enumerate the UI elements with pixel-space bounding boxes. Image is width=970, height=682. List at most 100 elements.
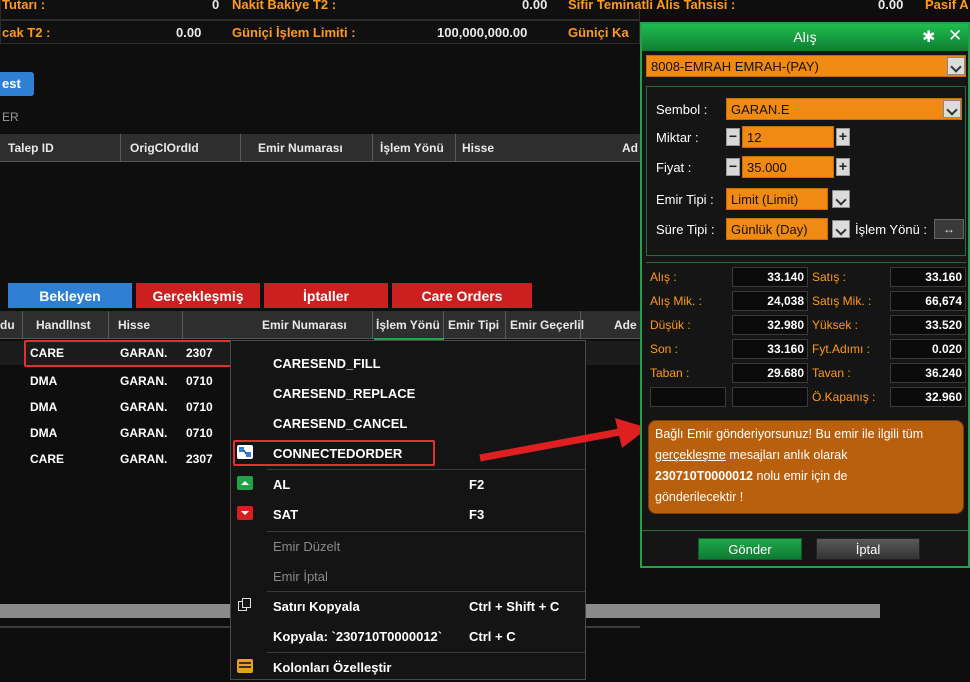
menu-item-label: Emir İptal [273, 569, 328, 584]
menu-item-label: CARESEND_REPLACE [273, 386, 416, 401]
chevron-down-icon[interactable] [943, 100, 961, 118]
summary-label: Sifir Teminatli Alis Tahsisi : [568, 0, 736, 12]
chevron-down-icon[interactable] [832, 190, 850, 208]
section-label: ER [2, 110, 19, 124]
duration-value: Günlük (Day) [731, 222, 808, 237]
chevron-down-icon[interactable] [832, 220, 850, 238]
chevron-down-icon[interactable] [947, 57, 965, 75]
quote-value: 33.140 [767, 270, 804, 284]
menu-item-shortcut: Ctrl + Shift + C [469, 599, 560, 614]
price-increment-button[interactable]: + [836, 158, 850, 176]
tab-label: Gerçekleşmiş [152, 287, 244, 304]
column-header[interactable]: Ade [614, 318, 637, 332]
table-cell: GARAN. [120, 400, 168, 414]
menu-item-customize-columns[interactable]: Kolonları Özelleştir [231, 652, 587, 682]
cancel-button[interactable]: İptal [816, 538, 920, 560]
price-decrement-button[interactable]: − [726, 158, 740, 176]
column-header[interactable]: Ad [622, 141, 638, 155]
tab-care-orders[interactable]: Care Orders [392, 283, 532, 308]
quote-value: 32.960 [925, 390, 962, 404]
symbol-select[interactable]: GARAN.E [726, 98, 962, 120]
menu-item-label: Kolonları Özelleştir [273, 660, 392, 675]
orders-grid-header: du HandlInst Hisse Emir Numarası İşlem Y… [0, 311, 640, 339]
column-header[interactable]: Emir Tipi [448, 318, 499, 332]
menu-item-caresend-fill[interactable]: CARESEND_FILL [231, 348, 587, 378]
menu-item-caresend-replace[interactable]: CARESEND_REPLACE [231, 378, 587, 408]
duration-select[interactable]: Günlük (Day) [726, 218, 828, 240]
sell-icon [237, 506, 253, 520]
quote-value: 24,038 [767, 294, 804, 308]
account-select[interactable]: 8008-EMRAH EMRAH-(PAY) [646, 55, 966, 77]
quote-label: Satış Mik. : [812, 294, 872, 308]
summary-label: Nakit Bakiye T2 : [232, 0, 337, 12]
menu-item-label: SAT [273, 507, 299, 522]
column-header[interactable]: OrigClOrdId [130, 141, 199, 155]
symbol-value: GARAN.E [731, 102, 790, 117]
tab-gerceklesmis[interactable]: Gerçekleşmiş [136, 283, 260, 308]
summary-value: 0.00 [176, 25, 202, 40]
menu-item-shortcut: F3 [469, 507, 485, 522]
price-input[interactable]: 35.000 [742, 156, 834, 178]
info-link[interactable]: gerçekleşme [655, 448, 726, 462]
quote-value: 33.160 [767, 342, 804, 356]
summary-value: 0.00 [878, 0, 904, 12]
highlight-box [24, 340, 235, 367]
tab-label: Bekleyen [39, 287, 101, 304]
tab-label: Care Orders [421, 287, 503, 304]
quantity-input[interactable]: 12 [742, 126, 834, 148]
menu-item-sat[interactable]: SAT F3 [231, 499, 587, 529]
menu-item-al[interactable]: AL F2 [231, 469, 587, 499]
info-text: nolu emir için de [753, 469, 848, 483]
column-header[interactable]: Hisse [118, 318, 150, 332]
menu-item-copy-value[interactable]: Kopyala: `230710T0000012` Ctrl + C [231, 621, 587, 651]
table-cell: 0710 [186, 426, 213, 440]
table-cell: 0710 [186, 400, 213, 414]
order-type-select[interactable]: Limit (Limit) [726, 188, 828, 210]
table-cell: DMA [30, 426, 58, 440]
quote-value: 33.520 [925, 318, 962, 332]
quote-label: Fyt.Adımı : [812, 342, 871, 356]
column-header[interactable]: İşlem Yönü [376, 318, 440, 332]
menu-item-shortcut: Ctrl + C [469, 629, 516, 644]
send-button[interactable]: Gönder [698, 538, 802, 560]
column-header[interactable]: Emir Geçerlil [510, 318, 584, 332]
order-type-label: Emir Tipi : [656, 192, 714, 207]
quote-panel: Alış : 33.140 Satış : 33.160 Alış Mik. :… [646, 262, 966, 414]
column-header[interactable]: İşlem Yönü [380, 141, 444, 155]
dialog-titlebar: Alış ✱ ✕ [642, 24, 968, 51]
tab-bekleyen[interactable]: Bekleyen [8, 283, 132, 308]
arrow-annotation [479, 418, 648, 462]
direction-toggle[interactable]: ↔ [934, 219, 964, 239]
quote-value: 66,674 [925, 294, 962, 308]
cancel-button-label: İptal [855, 542, 881, 557]
request-button[interactable]: est [0, 72, 34, 96]
quantity-increment-button[interactable]: + [836, 128, 850, 146]
column-header[interactable]: du [0, 318, 15, 332]
summary-value: 0.00 [522, 0, 548, 12]
column-header[interactable]: HandlInst [36, 318, 91, 332]
order-type-value: Limit (Limit) [731, 192, 799, 207]
info-order-number: 230710T0000012 [655, 469, 754, 483]
send-button-label: Gönder [728, 542, 772, 557]
quantity-decrement-button[interactable]: − [726, 128, 740, 146]
menu-item-copy-row[interactable]: Satırı Kopyala Ctrl + Shift + C [231, 591, 587, 621]
tab-label: İptaller [303, 287, 349, 304]
column-header[interactable]: Hisse [462, 141, 494, 155]
dialog-title: Alış [793, 29, 817, 45]
summary-value: 0 [212, 0, 220, 12]
tab-iptaller[interactable]: İptaller [264, 283, 388, 308]
summary-label: Pasif A [925, 0, 969, 12]
column-header[interactable]: Emir Numarası [262, 318, 347, 332]
table-cell: GARAN. [120, 452, 168, 466]
context-menu: CARESEND_FILL CARESEND_REPLACE CARESEND_… [230, 340, 586, 680]
column-header[interactable]: Emir Numarası [258, 141, 343, 155]
quote-value: 32.980 [767, 318, 804, 332]
info-text: gönderilecektir ! [655, 490, 744, 504]
summary-label: cak T2 : [2, 25, 51, 40]
close-icon[interactable]: ✕ [948, 26, 962, 46]
gear-icon[interactable]: ✱ [922, 27, 935, 47]
column-header[interactable]: Talep ID [8, 141, 54, 155]
menu-item-label: Kopyala: `230710T0000012` [273, 629, 443, 644]
quote-label: Son : [650, 342, 679, 356]
menu-item-label: AL [273, 477, 291, 492]
